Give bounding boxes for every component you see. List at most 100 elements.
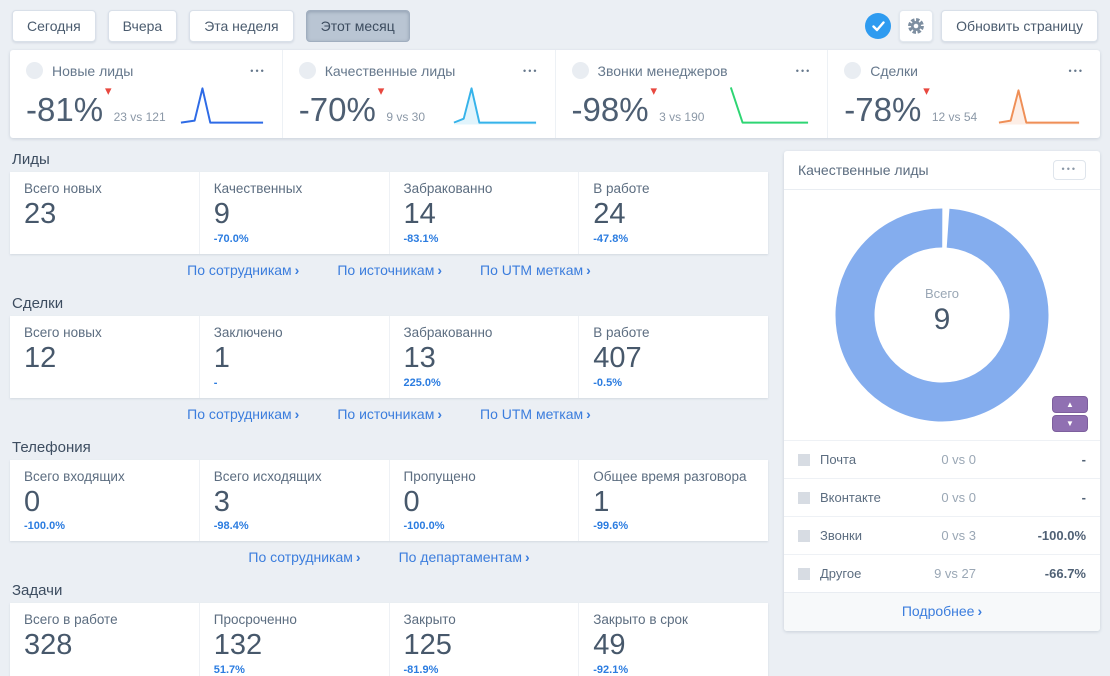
stepper-down-button[interactable]: ▼ <box>1052 415 1088 432</box>
metric-delta <box>24 233 185 247</box>
legend-label: Почта <box>820 452 857 467</box>
metric-label: В работе <box>593 181 650 196</box>
metric-value: 1 <box>213 341 230 374</box>
metric-label: Всего в работе <box>24 612 118 628</box>
legend-row-vk[interactable]: Вконтакте 0 vs 0 - <box>784 478 1100 516</box>
metric-label: Всего входящих <box>24 468 125 484</box>
legend-delta: -66.7% <box>1044 566 1086 581</box>
kpi-menu-icon[interactable]: ••• <box>1069 66 1084 76</box>
metric-delta: -100.0% <box>24 520 65 533</box>
metric-value: 328 <box>24 629 73 662</box>
sparkline-chart <box>180 87 263 124</box>
metric-value: 0 <box>24 485 41 518</box>
metric-label: Закрыто в срок <box>593 612 688 628</box>
metric-delta <box>24 377 185 391</box>
legend-row-other[interactable]: Другое 9 vs 27 -66.7% <box>784 554 1100 592</box>
kpi-status-circle-icon <box>26 62 43 79</box>
kpi-compare: 23 vs 121 <box>113 110 166 124</box>
legend-row-mail[interactable]: Почта 0 vs 0 - <box>784 440 1100 478</box>
link-by-sources[interactable]: По источникам › <box>337 262 442 278</box>
legend-compare: 0 vs 3 <box>941 528 976 543</box>
metric-label: В работе <box>593 324 650 340</box>
metric-label: Закрыто <box>403 612 456 628</box>
section-links: По сотрудникам › По департаментам › <box>10 541 768 569</box>
metric-label: Просроченно <box>213 612 297 628</box>
section-tasks: Задачи Всего в работе 328 Просроченно 13… <box>10 582 768 676</box>
chevron-right-icon: › <box>294 261 300 278</box>
legend-swatch <box>798 453 810 466</box>
sparkline-chart <box>730 87 809 124</box>
kpi-compare: 12 vs 54 <box>931 110 978 124</box>
metric-value: 0 <box>403 485 420 518</box>
donut-chart[interactable]: Всего 9 <box>827 200 1057 430</box>
metric-cell: Всего новых 23 <box>10 172 200 254</box>
metrics-row: Всего в работе 328 Просроченно 132 51.7%… <box>10 603 768 676</box>
kpi-card-deals: Сделки ••• -78% ▾ 12 vs 54 <box>828 50 1100 138</box>
donut-chart-area: Всего 9 ▲ ▼ <box>784 190 1100 440</box>
metric-cell: Заключено 1 - <box>200 315 390 398</box>
chevron-right-icon: › <box>586 261 591 278</box>
metric-cell: Забракованно 13 225.0% <box>390 315 580 398</box>
metric-cell: Всего исходящих 3 -98.4% <box>200 459 390 542</box>
link-by-departments[interactable]: По департаментам › <box>399 549 530 565</box>
metric-delta: -100.0% <box>403 520 445 533</box>
metric-cell: Всего входящих 0 -100.0% <box>10 459 200 542</box>
metric-cell: Пропущено 0 -100.0% <box>390 459 580 542</box>
metric-label: Общее время разговора <box>593 468 747 484</box>
metric-value: 9 <box>213 198 230 230</box>
filter-yesterday-button[interactable]: Вчера <box>107 10 178 42</box>
kpi-compare: 3 vs 190 <box>659 110 705 124</box>
kpi-percent: -98% <box>571 91 649 129</box>
kpi-card-quality-leads: Качественные лиды ••• -70% ▾ 9 vs 30 <box>283 50 556 138</box>
check-circle-icon[interactable] <box>865 13 892 39</box>
legend-label: Звонки <box>820 528 862 543</box>
metric-cell: В работе 407 -0.5% <box>579 316 768 398</box>
metric-label: Всего новых <box>24 324 102 340</box>
quality-leads-panel: Качественные лиды ••• Всего 9 ▲ ▼ Почта … <box>784 151 1100 631</box>
link-by-utm[interactable]: По UTM меткам › <box>480 406 591 422</box>
chevron-right-icon: › <box>437 261 442 278</box>
arrow-down-icon: ▼ <box>1066 419 1074 428</box>
details-link[interactable]: Подробнее › <box>902 603 982 619</box>
metric-cell: Просроченно 132 51.7% <box>200 603 390 676</box>
chart-stepper: ▲ ▼ <box>1052 396 1088 432</box>
metric-value: 49 <box>593 629 626 662</box>
gear-icon <box>906 16 926 36</box>
link-by-employees[interactable]: По сотрудникам › <box>187 406 299 422</box>
kpi-menu-icon[interactable]: ••• <box>250 66 265 76</box>
link-by-sources[interactable]: По источникам › <box>337 406 442 422</box>
section-deals: Сделки Всего новых 12 Заключено 1 - Забр… <box>10 295 768 426</box>
metric-cell: Всего новых 12 <box>10 315 200 398</box>
kpi-menu-icon[interactable]: ••• <box>796 66 811 76</box>
metric-delta: 225.0% <box>403 376 441 389</box>
metric-cell: Всего в работе 328 <box>10 603 200 676</box>
main-content: Лиды Всего новых 23 Качественных 9 -70.0… <box>0 138 1110 676</box>
refresh-page-button[interactable]: Обновить страницу <box>941 10 1098 42</box>
link-by-utm[interactable]: По UTM меткам › <box>480 262 591 278</box>
metric-label: Всего новых <box>24 181 102 196</box>
filter-this-month-button[interactable]: Этот месяц <box>305 10 410 42</box>
link-by-employees[interactable]: По сотрудникам › <box>248 549 360 565</box>
legend-row-calls[interactable]: Звонки 0 vs 3 -100.0% <box>784 516 1100 554</box>
link-by-employees[interactable]: По сотрудникам › <box>187 262 299 278</box>
metrics-row: Всего новых 12 Заключено 1 - Забракованн… <box>10 315 768 398</box>
triangle-down-icon: ▾ <box>377 83 385 98</box>
settings-button[interactable] <box>899 10 934 42</box>
metrics-row: Всего новых 23 Качественных 9 -70.0% Заб… <box>10 172 768 254</box>
metric-cell: Общее время разговора 1 -99.6% <box>579 460 768 542</box>
stepper-up-button[interactable]: ▲ <box>1052 396 1088 413</box>
legend-delta: -100.0% <box>1037 528 1086 543</box>
kpi-card-manager-calls: Звонки менеджеров ••• -98% ▾ 3 vs 190 <box>556 50 829 138</box>
metric-value: 12 <box>24 341 57 374</box>
filter-this-week-button[interactable]: Эта неделя <box>189 10 294 42</box>
topbar: Сегодня Вчера Эта неделя Этот месяц Обно… <box>0 0 1110 50</box>
metric-delta: -92.1% <box>593 664 629 676</box>
arrow-up-icon: ▲ <box>1066 400 1074 409</box>
metric-value: 132 <box>213 629 263 662</box>
legend-compare: 0 vs 0 <box>941 452 976 467</box>
filter-today-button[interactable]: Сегодня <box>12 10 96 42</box>
panel-menu-icon[interactable]: ••• <box>1052 160 1086 180</box>
metric-label: Забракованно <box>403 181 493 196</box>
kpi-menu-icon[interactable]: ••• <box>523 66 538 76</box>
panel-header: Качественные лиды ••• <box>784 151 1100 190</box>
